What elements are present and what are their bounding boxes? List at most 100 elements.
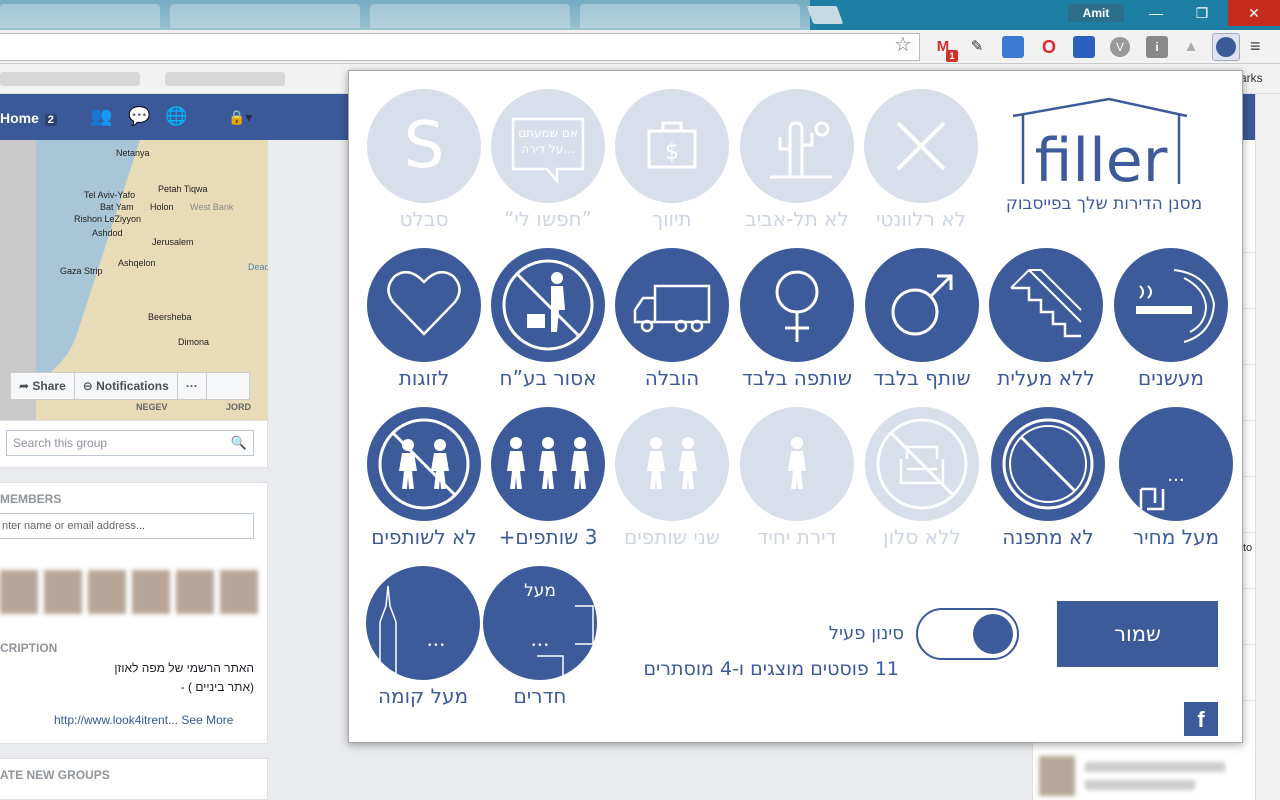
filter-male-only[interactable]: שותף בלבד (865, 248, 979, 390)
address-bar[interactable] (0, 33, 920, 61)
chrome-menu-icon[interactable]: ≡ (1250, 36, 1261, 57)
close-window-button[interactable]: ✕ (1228, 0, 1280, 26)
svg-text:S: S (404, 109, 445, 183)
browser-titlebar: Amit — ❐ ✕ (0, 0, 1280, 30)
bubble-text: על דירה... (521, 142, 574, 156)
avatar[interactable] (0, 570, 38, 614)
filter-no-roommates[interactable]: לא לשותפים (367, 407, 481, 549)
svg-text:$: $ (665, 140, 679, 165)
avatar[interactable] (132, 570, 170, 614)
filter-three-plus-roommates[interactable]: 3 שותפים+ (491, 407, 605, 549)
avatar[interactable] (176, 570, 214, 614)
filter-label: לא לשותפים (371, 525, 477, 549)
filter-min-floor[interactable]: ... מעל קומה (366, 566, 480, 708)
no-armchair-icon (876, 418, 968, 510)
globe-icon[interactable]: 🌐 (165, 106, 187, 127)
filter-min-rooms[interactable]: מעל... חדרים (483, 566, 597, 708)
filter-label: מעל מחיר (1132, 525, 1220, 549)
v-extension-icon[interactable]: V (1110, 37, 1130, 57)
lock-dropdown-icon[interactable]: 🔒▾ (228, 109, 252, 126)
filter-looking-for-me[interactable]: אם שמעתם על דירה... ”חפשו לי“ (491, 89, 605, 231)
search-group-input[interactable]: Search this group 🔍 (6, 430, 254, 456)
filter-label: חדרים (513, 684, 567, 708)
filter-two-roommates[interactable]: שני שותפים (615, 407, 729, 549)
extension-window-icon[interactable] (1002, 36, 1024, 58)
minimize-button[interactable]: — (1133, 0, 1179, 26)
map-label: Holon (150, 202, 174, 212)
filter-above-price[interactable]: ... מעל מחיר (1119, 407, 1233, 549)
filter-no-pets[interactable]: אסור בע”ח (491, 248, 605, 390)
filter-couples[interactable]: לזוגות (367, 248, 481, 390)
notifications-button[interactable]: ⊖ Notifications (75, 373, 178, 399)
bookmark-star-icon[interactable]: ☆ (894, 32, 912, 57)
filter-smokers[interactable]: מעשנים (1114, 248, 1228, 390)
other-bookmarks-label[interactable]: arks (1240, 71, 1263, 85)
female-icon (775, 270, 819, 342)
member-avatars (0, 570, 260, 616)
bookmark-item[interactable] (165, 72, 285, 86)
browser-tab[interactable] (370, 4, 570, 28)
svg-text:מעל: מעל (524, 581, 556, 601)
map-label: Petah Tiqwa (158, 184, 208, 194)
speech-bubble-icon: אם שמעתם על דירה... (511, 117, 585, 185)
description-link[interactable]: http://www.look4itrent... See More (54, 713, 233, 727)
maximize-button[interactable]: ❐ (1179, 0, 1225, 26)
share-button[interactable]: ➦ Share (11, 373, 75, 399)
add-member-input[interactable]: nter name or email address... (0, 513, 254, 539)
filter-label: סבלט (399, 207, 449, 231)
extension-calendar-icon[interactable] (1073, 36, 1095, 58)
filter-no-elevator[interactable]: ללא מעלית (989, 248, 1103, 390)
friends-icon[interactable]: 👥 (90, 106, 112, 127)
filter-label: לא רלוונטי (875, 207, 967, 231)
active-filter-toggle[interactable] (916, 608, 1019, 660)
facebook-share-button[interactable]: f (1184, 702, 1218, 736)
page-scrollbar[interactable] (1255, 94, 1280, 800)
avatar[interactable] (44, 570, 82, 614)
filter-label: לא מתפנה (1002, 525, 1094, 549)
bookmark-item[interactable] (0, 72, 140, 86)
filter-brokerage[interactable]: $ תיווך (615, 89, 729, 231)
avatar[interactable] (220, 570, 258, 614)
filter-label: לזוגות (398, 366, 450, 390)
filter-female-only[interactable]: שותפה בלבד (740, 248, 854, 390)
prohibited-icon (1002, 418, 1094, 510)
drive-icon[interactable]: ▲ (1180, 36, 1202, 58)
messages-icon[interactable]: 💬 (128, 106, 150, 127)
filler-logo: filler מסנן הדירות שלך בפייסבוק (999, 96, 1209, 226)
gmail-icon[interactable]: M1 (932, 36, 958, 62)
blurred-text (1085, 762, 1225, 772)
home-count-badge: 2 (44, 114, 57, 126)
filter-label: הובלה (644, 366, 700, 390)
filter-not-vacating[interactable]: לא מתפנה (991, 407, 1105, 549)
browser-tab[interactable] (580, 4, 800, 28)
filter-no-living-room[interactable]: ללא סלון (865, 407, 979, 549)
pen-icon[interactable]: ✎ (966, 36, 988, 58)
description-title: CRIPTION (0, 641, 58, 655)
search-icon[interactable]: 🔍 (231, 435, 247, 451)
new-tab-button[interactable] (806, 6, 844, 24)
stairs-icon (1010, 269, 1082, 338)
filter-single-apartment[interactable]: דירת יחיד (740, 407, 854, 549)
filter-sublet[interactable]: S סבלט (367, 89, 481, 231)
opera-icon[interactable]: O (1038, 36, 1060, 58)
gmail-badge: 1 (946, 50, 958, 62)
info-extension-icon[interactable]: i (1146, 36, 1168, 58)
save-button[interactable]: שמור (1057, 601, 1218, 667)
filter-label: ללא סלון (883, 525, 961, 549)
see-more-link[interactable]: See More (181, 713, 233, 727)
avatar[interactable] (1039, 756, 1075, 796)
filter-not-relevant[interactable]: לא רלוונטי (864, 89, 978, 231)
browser-tab[interactable] (170, 4, 360, 28)
filler-tagline: מסנן הדירות שלך בפייסבוק (1005, 194, 1203, 214)
profile-button[interactable]: Amit (1068, 4, 1124, 22)
browser-tab[interactable] (0, 4, 160, 28)
filter-moving[interactable]: הובלה (615, 248, 729, 390)
svg-text:...: ... (426, 627, 445, 651)
more-button[interactable]: ··· (178, 373, 207, 399)
filler-extension-icon[interactable] (1212, 33, 1240, 61)
filter-label: לא תל-אביב (745, 207, 849, 231)
avatar[interactable] (88, 570, 126, 614)
male-icon (891, 274, 953, 336)
filter-not-tel-aviv[interactable]: לא תל-אביב (740, 89, 854, 231)
home-link[interactable]: Home 2 (0, 110, 57, 126)
